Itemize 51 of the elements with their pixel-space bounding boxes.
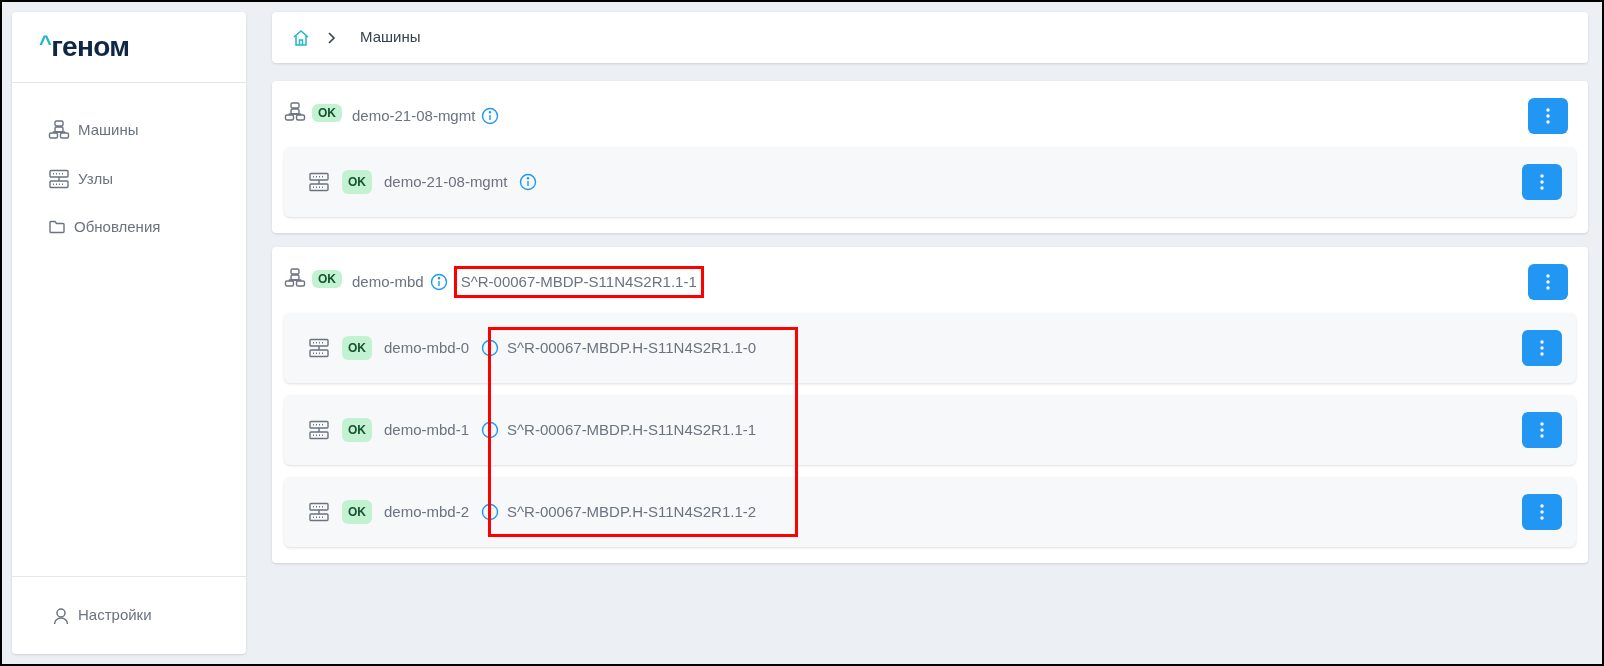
serial-number: S^R-00067-MBDP.H-S11N4S2R1.1-2 — [507, 501, 757, 522]
stacked-boxes-icon — [48, 119, 70, 142]
info-icon[interactable] — [519, 173, 538, 191]
breadcrumb-current: Машины — [360, 27, 421, 48]
highlighted-serial-number: S^R-00067-MBDP-S11N4S2R1.1-1 — [453, 265, 704, 299]
node-name: demo-mbd-1 — [384, 419, 470, 440]
serial-number: S^R-00067-MBDP.H-S11N4S2R1.1-0 — [507, 337, 757, 358]
machine-name: demo-mbd — [352, 271, 424, 292]
status-badge: OK — [342, 170, 372, 194]
more-button[interactable] — [1522, 494, 1562, 530]
nav-item[interactable]: Узлы — [48, 167, 210, 190]
server-icon — [48, 167, 70, 190]
nav-item[interactable]: Обновления — [48, 216, 210, 239]
settings-link[interactable]: Настройки — [52, 604, 152, 627]
stacked-boxes-icon — [284, 267, 306, 289]
status-badge: OK — [312, 270, 342, 288]
info-icon[interactable] — [481, 421, 500, 439]
info-icon[interactable] — [481, 503, 500, 521]
more-icon — [1540, 422, 1544, 438]
logo: ^геном — [39, 33, 130, 61]
server-icon — [308, 419, 330, 441]
more-button[interactable] — [1528, 98, 1568, 134]
info-icon[interactable] — [481, 339, 500, 357]
more-button[interactable] — [1528, 264, 1568, 300]
server-icon — [308, 337, 330, 359]
status-badge: OK — [312, 104, 342, 122]
more-icon — [1546, 274, 1550, 290]
more-button[interactable] — [1522, 330, 1562, 366]
nav-item[interactable]: Машины — [48, 119, 210, 142]
more-icon — [1540, 174, 1544, 190]
node-name: demo-mbd-0 — [384, 337, 470, 358]
home-icon[interactable] — [292, 28, 310, 47]
status-badge: OK — [342, 500, 372, 524]
more-icon — [1546, 108, 1550, 124]
server-icon — [308, 171, 330, 193]
stacked-boxes-icon — [284, 101, 306, 123]
info-icon[interactable] — [481, 107, 500, 125]
server-icon — [308, 501, 330, 523]
user-icon — [52, 606, 70, 625]
more-button[interactable] — [1522, 164, 1562, 200]
status-badge: OK — [342, 336, 372, 360]
more-icon — [1540, 340, 1544, 356]
node-name: demo-21-08-mgmt — [384, 171, 508, 192]
more-button[interactable] — [1522, 412, 1562, 448]
machine-name: demo-21-08-mgmt — [352, 105, 476, 126]
status-badge: OK — [342, 418, 372, 442]
more-icon — [1540, 504, 1544, 520]
chevron-right-icon — [326, 30, 336, 45]
serial-number: S^R-00067-MBDP.H-S11N4S2R1.1-1 — [507, 419, 757, 440]
node-name: demo-mbd-2 — [384, 501, 470, 522]
info-icon[interactable] — [429, 273, 448, 291]
